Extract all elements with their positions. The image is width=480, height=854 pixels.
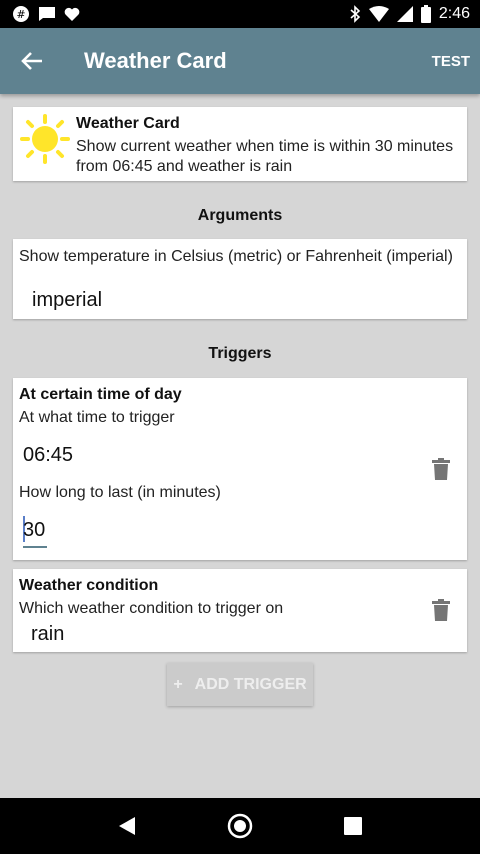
- arguments-header: Arguments: [197, 207, 283, 224]
- trigger-card-time: At certain time of day At what time to t…: [13, 378, 467, 560]
- wifi-icon: [368, 6, 389, 22]
- square-recents-icon: [344, 817, 363, 835]
- argument-value-units[interactable]: imperial: [32, 289, 102, 312]
- navigation-bar: [0, 798, 480, 854]
- plus-icon: +: [173, 675, 183, 693]
- trigger-duration-label: How long to last (in minutes): [19, 484, 221, 501]
- add-trigger-label: ADD TRIGGER: [194, 675, 307, 693]
- argument-card-units[interactable]: Show temperature in Celsius (metric) or …: [13, 239, 467, 319]
- test-button[interactable]: TEST: [422, 28, 480, 94]
- add-trigger-button[interactable]: + ADD TRIGGER: [167, 663, 313, 706]
- nav-home-button[interactable]: [220, 806, 260, 846]
- bluetooth-icon: [349, 5, 361, 23]
- status-time: 2:46: [438, 5, 470, 22]
- trigger-time-value[interactable]: 06:45: [23, 444, 73, 467]
- nav-recents-button[interactable]: [333, 806, 373, 846]
- input-underline: [23, 546, 47, 548]
- trigger-weather-label: Which weather condition to trigger on: [19, 600, 284, 617]
- trigger-title: Weather condition: [19, 577, 159, 594]
- trash-icon: [432, 599, 450, 621]
- signal-icon: [396, 6, 413, 22]
- summary-card: Weather Card Show current weather when t…: [13, 107, 467, 181]
- circle-home-icon: [227, 813, 253, 839]
- argument-description: Show temperature in Celsius (metric) or …: [19, 248, 453, 265]
- page-title: Weather Card: [84, 48, 227, 73]
- message-icon: [38, 6, 56, 22]
- trigger-weather-value[interactable]: rain: [31, 623, 64, 646]
- triggers-header: Triggers: [208, 345, 272, 362]
- app-notification-icon: #: [12, 5, 30, 23]
- summary-description: Show current weather when time is within…: [76, 138, 454, 175]
- trigger-card-weather: Weather condition Which weather conditio…: [13, 569, 467, 652]
- back-button[interactable]: [0, 28, 64, 94]
- arrow-back-icon: [21, 52, 42, 70]
- trigger-duration-input[interactable]: 30: [23, 519, 45, 542]
- status-system: 2:46: [349, 5, 470, 23]
- delete-trigger-weather-button[interactable]: [431, 599, 451, 621]
- app-bar: Weather Card TEST: [0, 28, 480, 94]
- trash-icon: [432, 458, 450, 480]
- nav-back-button[interactable]: [107, 806, 147, 846]
- trigger-time-label: At what time to trigger: [19, 409, 175, 426]
- status-bar: # 2:46: [0, 0, 480, 28]
- status-notifications: #: [12, 5, 80, 23]
- summary-title: Weather Card: [76, 115, 180, 132]
- svg-text:#: #: [16, 8, 25, 21]
- content-area[interactable]: Weather Card Show current weather when t…: [0, 94, 480, 798]
- triangle-back-icon: [118, 817, 135, 835]
- trigger-title: At certain time of day: [19, 386, 182, 403]
- battery-icon: [420, 5, 431, 23]
- sun-icon: [19, 113, 71, 165]
- heart-icon: [64, 7, 80, 22]
- delete-trigger-time-button[interactable]: [431, 458, 451, 480]
